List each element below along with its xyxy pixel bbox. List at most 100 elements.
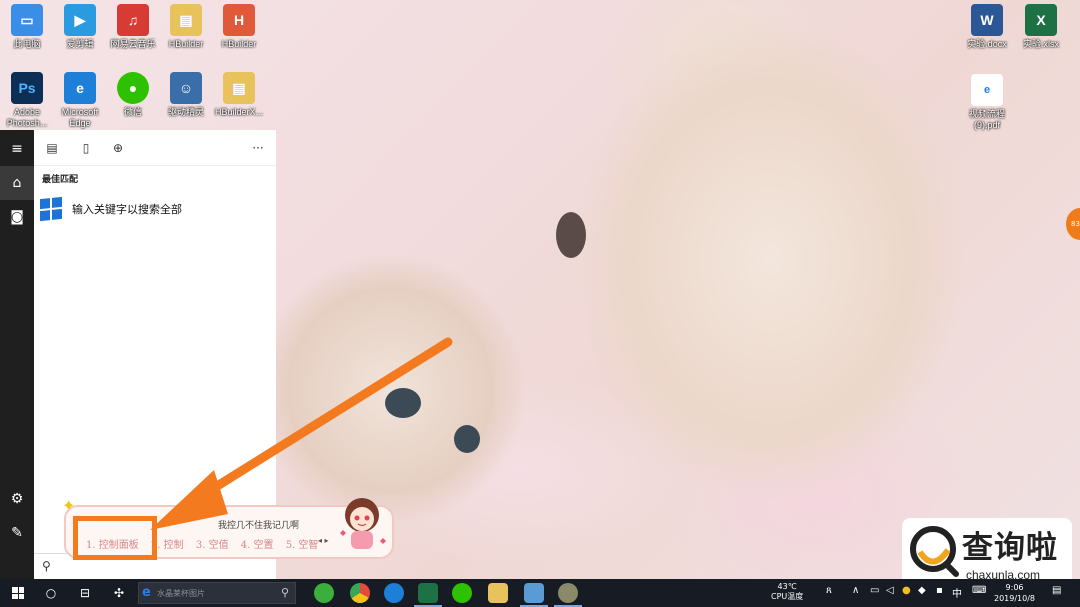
- people-icon[interactable]: ጸ: [826, 585, 832, 596]
- start-button[interactable]: [6, 579, 30, 607]
- desktop-icon-wechat[interactable]: ● 微信: [106, 72, 160, 118]
- folder-icon: ▤: [223, 72, 255, 104]
- desktop-icon-docx[interactable]: W 实验.docx: [960, 4, 1014, 50]
- desktop-icon-label: HBuilderX...: [214, 107, 264, 117]
- desktop-icon-this-pc[interactable]: ▭ 此电脑: [0, 4, 54, 50]
- desktop-icon-label: Microsoft Edge: [61, 107, 99, 128]
- hbuilder-icon: H: [223, 4, 255, 36]
- screenshot-tool-icon[interactable]: [520, 583, 548, 607]
- tray-app-icon[interactable]: ●: [902, 585, 911, 596]
- cpu-temperature[interactable]: 43℃ CPU温度: [771, 582, 803, 602]
- desktop-icon-label: 爱剪辑: [66, 39, 94, 49]
- desktop-icon-label: 此电脑: [13, 39, 41, 49]
- documents-filter-icon[interactable]: ▯: [76, 138, 96, 158]
- desktop-icon-edge[interactable]: e Microsoft Edge: [53, 72, 107, 129]
- desktop-icon-photoshop[interactable]: Ps Adobe Photosh...: [0, 72, 54, 129]
- ime-candidate[interactable]: 5. 空智: [286, 540, 319, 551]
- feedback-icon[interactable]: ✎: [0, 516, 34, 550]
- desktop-icon-label: HBuilder: [168, 39, 204, 49]
- home-icon[interactable]: ⌂: [0, 166, 34, 200]
- desktop-icon-hbuilder[interactable]: H HBuilder: [212, 4, 266, 50]
- ime-language-indicator[interactable]: 中: [952, 585, 962, 600]
- task-view-icon[interactable]: ⊟: [74, 579, 96, 607]
- chevron-up-icon[interactable]: ∧: [852, 585, 859, 596]
- tray-app-icon[interactable]: ◆: [918, 585, 926, 596]
- cat-eye: [556, 212, 586, 258]
- desktop-icon-label: 实验.xlsx: [1022, 39, 1059, 49]
- desktop-icon-netease-music[interactable]: ♫ 网易云音乐: [106, 4, 160, 50]
- clock-time: 9:06: [1005, 583, 1024, 592]
- clock-date: 2019/10/8: [994, 594, 1036, 603]
- word-icon: W: [971, 4, 1003, 36]
- watermark-logo: 查询啦 chaxunla.com: [902, 518, 1072, 586]
- desktop-icon-label: Adobe Photosh...: [6, 107, 48, 128]
- excel-icon[interactable]: [414, 583, 442, 607]
- web-filter-globe-icon[interactable]: ⊕: [108, 138, 128, 158]
- search-filter-toolbar: ▤ ▯ ⊕ ···: [34, 130, 276, 166]
- folder-icon: ▤: [170, 4, 202, 36]
- search-icon: ⚲: [280, 586, 289, 599]
- kitten-eye: [454, 425, 480, 453]
- sparkle-icon: ✦: [62, 496, 76, 515]
- desktop-icon-hbuilder-folder[interactable]: ▤ HBuilder: [159, 4, 213, 50]
- desktop-icon-aijianji[interactable]: ▶ 爱剪辑: [53, 4, 107, 50]
- desktop-icon-label: 网易云音乐: [110, 39, 156, 49]
- desktop-icon-pdf[interactable]: e 视频流程(9).pdf: [960, 74, 1014, 131]
- kitten-eye: [385, 388, 421, 418]
- file-explorer-icon[interactable]: [488, 583, 508, 603]
- notification-icon[interactable]: ▤: [1052, 585, 1061, 596]
- desktop-icon-label: 视频流程(9).pdf: [968, 109, 1005, 130]
- 360-browser-icon[interactable]: [314, 583, 334, 603]
- more-options-button[interactable]: ···: [248, 138, 268, 158]
- cpu-temp-label: CPU温度: [771, 592, 804, 601]
- cortana-circle-icon[interactable]: ○: [40, 579, 62, 607]
- photoshop-icon: Ps: [11, 72, 43, 104]
- notebook-icon[interactable]: ◙: [0, 200, 34, 234]
- music-icon: ♫: [117, 4, 149, 36]
- taskbar-search-placeholder: 水晶莱杯图片: [157, 589, 205, 598]
- ime-cartoon-girl-icon: [340, 498, 386, 549]
- hamburger-menu-icon[interactable]: ≡: [0, 132, 34, 166]
- pdf-icon: e: [971, 74, 1003, 106]
- search-result-label: 输入关键字以搜索全部: [72, 203, 182, 216]
- edge-icon: e: [64, 72, 96, 104]
- photo-viewer-icon[interactable]: [554, 583, 582, 607]
- tutorial-highlight-box: [73, 516, 157, 560]
- desktop-icon-hbuilderx-folder[interactable]: ▤ HBuilderX...: [212, 72, 266, 118]
- search-result-item[interactable]: 输入关键字以搜索全部: [40, 196, 270, 222]
- taskbar-search-box[interactable]: e 水晶莱杯图片 ⚲: [138, 582, 296, 604]
- film-icon: ▶: [64, 4, 96, 36]
- settings-gear-icon[interactable]: ⚙: [0, 482, 34, 516]
- computer-icon: ▭: [11, 4, 43, 36]
- clock[interactable]: 9:06 2019/10/8: [994, 582, 1035, 604]
- start-menu-rail: ≡ ⌂ ◙ ⚙ ✎: [0, 130, 34, 579]
- ime-page-arrows[interactable]: ◂ ▸: [318, 536, 329, 545]
- ime-slogan: 我控几不住我记几啊: [218, 521, 300, 531]
- wechat-icon[interactable]: [452, 583, 472, 603]
- apps-filter-icon[interactable]: ▤: [42, 138, 62, 158]
- windows-logo-icon: [12, 587, 24, 599]
- ime-candidate[interactable]: 4. 空置: [241, 540, 274, 551]
- windows-logo-icon: [40, 196, 62, 222]
- magnifier-q-logo-icon: [910, 526, 959, 577]
- desktop-icon-label: HBuilder: [221, 39, 257, 49]
- volume-icon[interactable]: ◁: [886, 585, 894, 596]
- desktop-icon-driver[interactable]: ☺ 驱动精灵: [159, 72, 213, 118]
- search-icon: ⚲: [42, 559, 51, 573]
- wechat-icon: ●: [117, 72, 149, 104]
- cpu-temp-value: 43℃: [777, 582, 797, 591]
- tray-app-icon[interactable]: ▪: [936, 585, 943, 596]
- watermark-title: 查询啦: [962, 530, 1058, 566]
- keyboard-icon[interactable]: ⌨: [972, 585, 986, 596]
- desktop-icon-label: 微信: [123, 107, 142, 117]
- chrome-icon[interactable]: [350, 583, 370, 603]
- pinwheel-app-icon[interactable]: ✣: [108, 579, 130, 607]
- taskbar: ○ ⊟ ✣ e 水晶莱杯图片 ⚲ 43℃ CPU温度 ጸ ∧ ▭ ◁ ● ◆ ▪…: [0, 579, 1080, 607]
- edge-icon: e: [142, 585, 151, 600]
- sogou-icon[interactable]: [384, 583, 404, 603]
- desktop-icon-xlsx[interactable]: X 实验.xlsx: [1014, 4, 1068, 50]
- best-match-heading: 最佳匹配: [42, 175, 79, 185]
- network-icon[interactable]: ▭: [870, 585, 879, 596]
- desktop-icon-label: 驱动精灵: [167, 107, 204, 117]
- ime-candidate[interactable]: 3. 空值: [196, 540, 229, 551]
